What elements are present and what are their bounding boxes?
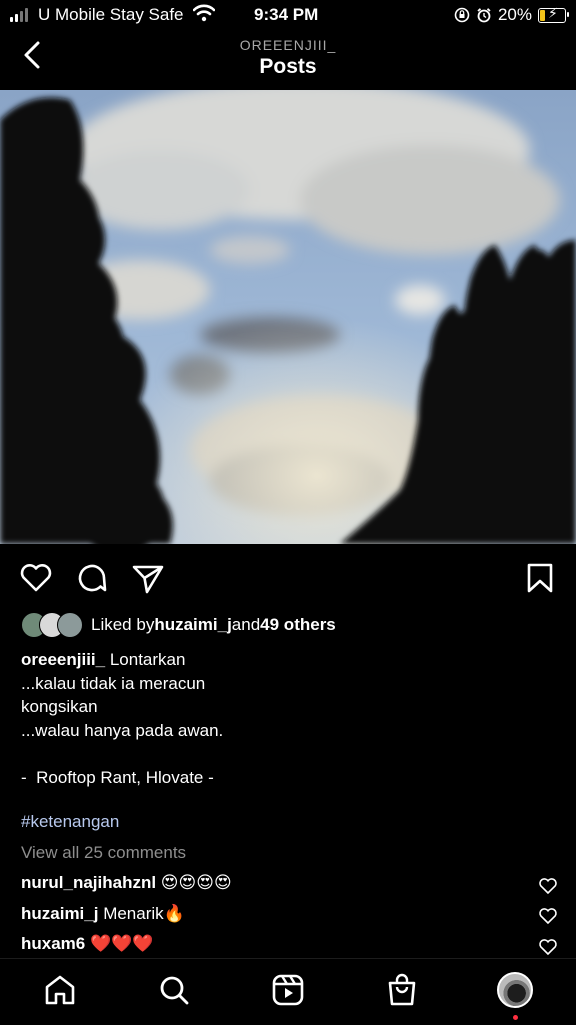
comment-text: Menarik🔥	[98, 904, 185, 923]
caption-text: Lontarkan ...kalau tidak ia meracun kong…	[21, 650, 224, 787]
comment-username[interactable]: huxam6	[21, 934, 85, 953]
comment-row: huxam6 ❤️❤️❤️	[21, 934, 153, 954]
comment-row: nurul_najihahznl 😍😍😍😍	[21, 873, 232, 893]
reels-icon[interactable]	[271, 973, 305, 1007]
profile-avatar[interactable]	[497, 972, 533, 1008]
comment-like-heart-icon[interactable]	[538, 876, 558, 896]
view-all-comments-link[interactable]: View all 25 comments	[21, 843, 186, 863]
notification-dot	[513, 1015, 518, 1020]
likes-others[interactable]: 49 others	[260, 615, 336, 635]
post-caption: oreeenjiii_ Lontarkan ...kalau tidak ia …	[21, 648, 223, 789]
like-heart-icon[interactable]	[19, 561, 53, 595]
post-photo[interactable]	[0, 90, 576, 544]
hashtag-link[interactable]: #ketenangan	[21, 812, 119, 832]
wifi-icon	[193, 4, 215, 22]
comment-username[interactable]: nurul_najihahznl	[21, 873, 156, 892]
comment-username[interactable]: huzaimi_j	[21, 904, 98, 923]
home-icon[interactable]	[43, 973, 77, 1007]
save-bookmark-icon[interactable]	[523, 561, 557, 595]
likes-middle: and	[231, 615, 261, 634]
comment-like-heart-icon[interactable]	[538, 906, 558, 926]
page-title: Posts	[259, 55, 317, 78]
shop-icon[interactable]	[385, 973, 419, 1007]
caption-username[interactable]: oreeenjiii_	[21, 650, 105, 669]
sky-with-trees-image	[0, 90, 576, 544]
clock: 9:34 PM	[254, 5, 319, 24]
bottom-nav	[0, 958, 576, 1025]
comment-icon[interactable]	[75, 561, 109, 595]
search-icon[interactable]	[157, 973, 191, 1007]
comment-row: huzaimi_j Menarik🔥	[21, 904, 185, 924]
alarm-icon	[477, 8, 491, 23]
likes-summary[interactable]: Liked by huzaimi_j and 49 others	[21, 612, 336, 638]
carrier-name: U Mobile Stay Safe	[38, 5, 184, 24]
comment-like-heart-icon[interactable]	[538, 937, 558, 957]
liker-avatars	[21, 612, 83, 638]
post-actions	[0, 558, 576, 598]
likes-prefix: Liked by	[91, 615, 155, 634]
status-bar: U Mobile Stay Safe 9:34 PM 20% ⚡	[0, 0, 576, 32]
likes-user[interactable]: huzaimi_j	[154, 615, 231, 635]
comment-text: ❤️❤️❤️	[85, 934, 154, 953]
signal-icon	[10, 8, 28, 22]
avatar	[57, 612, 83, 638]
screen-rotation-lock-icon	[454, 7, 470, 23]
battery-charging-icon: ⚡	[538, 5, 569, 23]
header: OREEENJIII_ Posts	[0, 32, 576, 90]
profile-username: OREEENJIII_	[239, 37, 337, 53]
battery-percent: 20%	[497, 5, 532, 24]
share-send-icon[interactable]	[131, 561, 165, 595]
comment-text: 😍😍😍😍	[156, 873, 232, 892]
